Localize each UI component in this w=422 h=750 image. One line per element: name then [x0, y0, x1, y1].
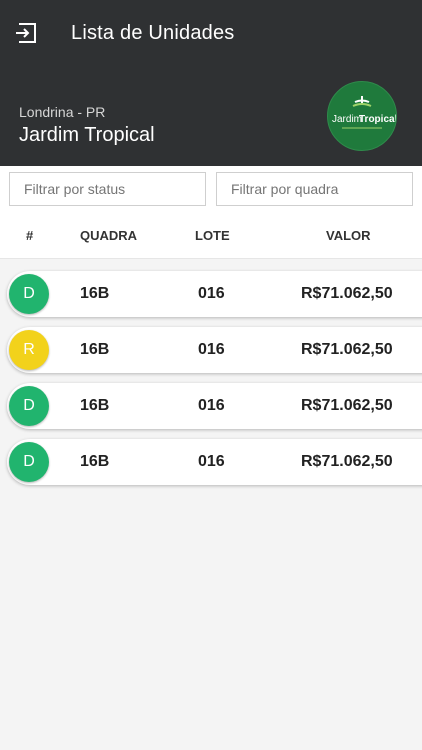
quadra-value: 16B — [80, 341, 110, 358]
exit-button[interactable] — [14, 20, 40, 46]
logo-text-a: Jardim — [332, 114, 362, 125]
city-label: Londrina - PR — [19, 104, 106, 120]
unit-row[interactable]: D 16B 016 R$71.062,50 — [7, 383, 422, 429]
table-header: # QUADRA LOTE VALOR — [0, 214, 422, 259]
project-logo: Jardim Tropical — [327, 81, 397, 151]
lote-value: 016 — [198, 453, 225, 470]
quadra-filter-input[interactable] — [216, 172, 413, 206]
column-valor: VALOR — [326, 228, 371, 243]
lote-value: 016 — [198, 397, 225, 414]
project-name: Jardim Tropical — [19, 124, 155, 146]
quadra-value: 16B — [80, 453, 110, 470]
status-badge: D — [9, 442, 49, 482]
status-filter-input[interactable] — [9, 172, 206, 206]
unit-row[interactable]: R 16B 016 R$71.062,50 — [7, 327, 422, 373]
status-badge: D — [9, 386, 49, 426]
valor-value: R$71.062,50 — [301, 397, 393, 414]
quadra-value: 16B — [80, 285, 110, 302]
status-badge: R — [9, 330, 49, 370]
valor-value: R$71.062,50 — [301, 341, 393, 358]
lote-value: 016 — [198, 285, 225, 302]
unit-row[interactable]: D 16B 016 R$71.062,50 — [7, 439, 422, 485]
valor-value: R$71.062,50 — [301, 285, 393, 302]
unit-row[interactable]: D 16B 016 R$71.062,50 — [7, 271, 422, 317]
status-badge: D — [9, 274, 49, 314]
exit-icon — [16, 23, 36, 43]
column-lote: LOTE — [195, 228, 230, 243]
page-title: Lista de Unidades — [71, 22, 235, 44]
logo-text-b: Tropical — [359, 114, 396, 125]
app-bar: Lista de Unidades Londrina - PR Jardim T… — [0, 0, 422, 166]
quadra-value: 16B — [80, 397, 110, 414]
column-index: # — [26, 228, 34, 243]
column-quadra: QUADRA — [80, 228, 138, 243]
lote-value: 016 — [198, 341, 225, 358]
filters-bar — [0, 166, 422, 214]
valor-value: R$71.062,50 — [301, 453, 393, 470]
